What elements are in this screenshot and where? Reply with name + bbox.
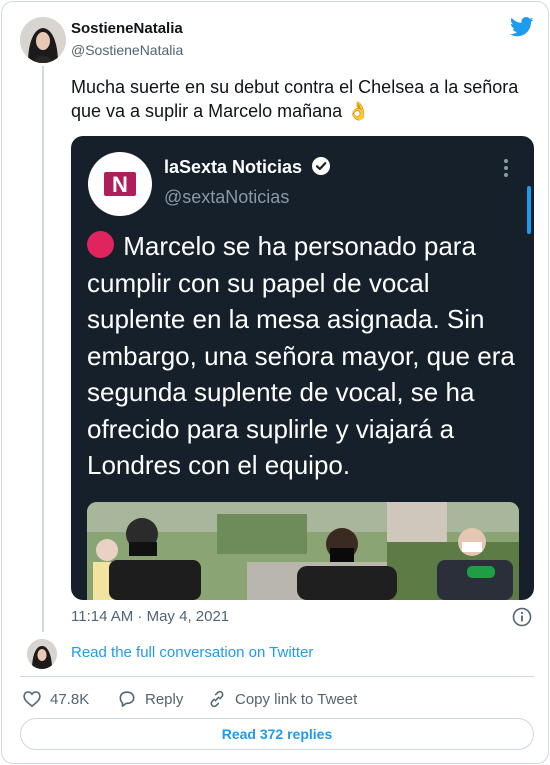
quoted-body: Marcelo se ha personado para cumplir con… <box>87 231 515 480</box>
tweet-text: Mucha suerte en su debut contra el Chels… <box>71 75 531 124</box>
link-icon <box>210 690 224 708</box>
like-count: 47.8K <box>50 690 90 708</box>
lasexta-logo-icon: N <box>104 172 136 197</box>
quoted-name[interactable]: laSexta Noticias <box>164 157 302 178</box>
divider <box>20 676 534 677</box>
author-handle[interactable]: @SostieneNatalia <box>71 42 183 58</box>
tweet-body: Mucha suerte en su debut contra el Chels… <box>71 77 519 121</box>
author-avatar-small[interactable] <box>27 639 57 669</box>
tweet-timestamp[interactable]: 11:14 AM · May 4, 2021 <box>71 608 229 625</box>
reply-button[interactable]: Reply <box>117 687 183 711</box>
red-circle-emoji <box>87 231 114 258</box>
quoted-text: Marcelo se ha personado para cumplir con… <box>87 228 525 484</box>
tweet-embed-card: SostieneNatalia @SostieneNatalia Mucha s… <box>1 1 549 764</box>
scrollbar-thumb[interactable] <box>527 186 531 234</box>
copy-link-label: Copy link to Tweet <box>235 690 358 708</box>
quoted-tweet[interactable]: N laSexta Noticias @sextaNoticias Marcel… <box>71 136 534 600</box>
quoted-handle[interactable]: @sextaNoticias <box>164 187 289 208</box>
ok-hand-emoji: 👌 <box>347 101 370 122</box>
read-replies-button[interactable]: Read 372 replies <box>20 718 534 750</box>
thread-line <box>42 66 44 632</box>
logo-letter: N <box>112 172 128 197</box>
verified-badge-icon <box>312 157 330 175</box>
reply-bubble-icon <box>119 691 135 707</box>
copy-link-button[interactable]: Copy link to Tweet <box>207 687 357 711</box>
more-icon[interactable] <box>503 158 509 178</box>
quoted-photo[interactable] <box>87 502 519 600</box>
info-icon[interactable] <box>512 607 532 627</box>
reply-label: Reply <box>145 690 184 708</box>
read-conversation-link[interactable]: Read the full conversation on Twitter <box>71 644 313 661</box>
quoted-avatar[interactable]: N <box>88 152 152 216</box>
author-name[interactable]: SostieneNatalia <box>71 20 183 37</box>
twitter-bird-icon[interactable] <box>510 16 534 38</box>
like-button[interactable]: 47.8K <box>22 687 89 711</box>
heart-icon <box>23 691 41 708</box>
author-avatar[interactable] <box>20 17 66 63</box>
